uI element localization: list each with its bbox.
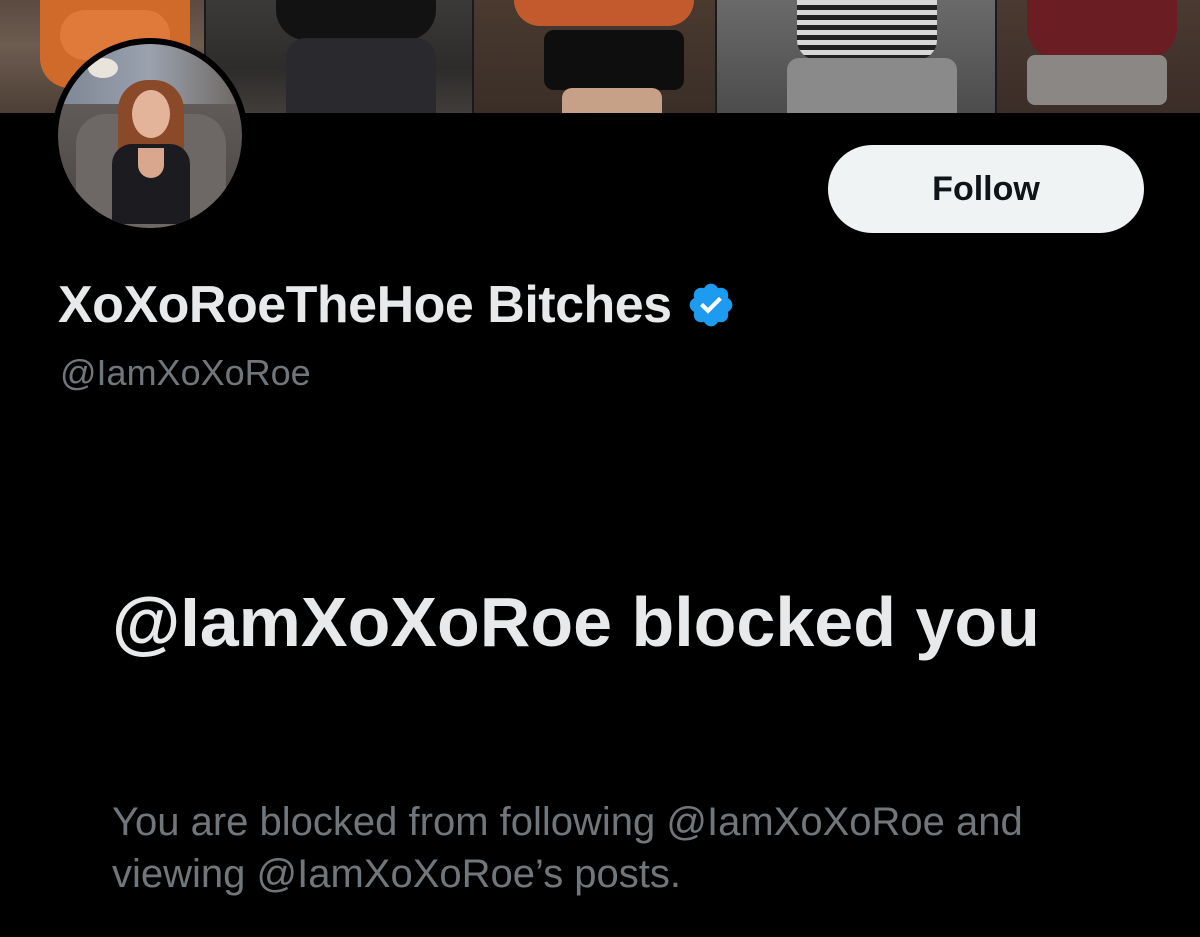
banner-photo-5-lower bbox=[1027, 55, 1167, 105]
banner-photo-3-detail bbox=[514, 0, 694, 26]
banner-photo-4-detail bbox=[797, 0, 937, 60]
banner-photo-3-middle bbox=[544, 30, 684, 90]
banner-photo-2-lower bbox=[286, 38, 436, 113]
banner-photo-4-lower bbox=[787, 58, 957, 113]
profile-handle: @IamXoXoRoe bbox=[60, 352, 311, 393]
banner-photo-2 bbox=[206, 0, 474, 113]
banner-photo-5-detail bbox=[1027, 0, 1177, 58]
verified-badge-icon[interactable] bbox=[686, 280, 736, 330]
profile-name-row: XoXoRoeTheHoe Bitches bbox=[58, 272, 736, 338]
avatar-face bbox=[132, 90, 170, 138]
blocked-description: You are blocked from following @IamXoXoR… bbox=[112, 800, 1023, 896]
display-name: XoXoRoeTheHoe Bitches bbox=[58, 276, 672, 334]
blocked-title: @IamXoXoRoe blocked you bbox=[112, 583, 1040, 661]
avatar-lamp bbox=[88, 58, 118, 78]
banner-photo-5 bbox=[997, 0, 1200, 113]
avatar[interactable] bbox=[52, 38, 248, 234]
banner-photo-4 bbox=[717, 0, 997, 113]
follow-button[interactable]: Follow bbox=[828, 145, 1144, 233]
avatar-photo bbox=[58, 44, 242, 228]
banner-photo-3-lower bbox=[562, 88, 662, 113]
avatar-neckline bbox=[138, 148, 164, 178]
banner-photo-2-detail bbox=[276, 0, 436, 40]
banner-photo-3 bbox=[474, 0, 717, 113]
